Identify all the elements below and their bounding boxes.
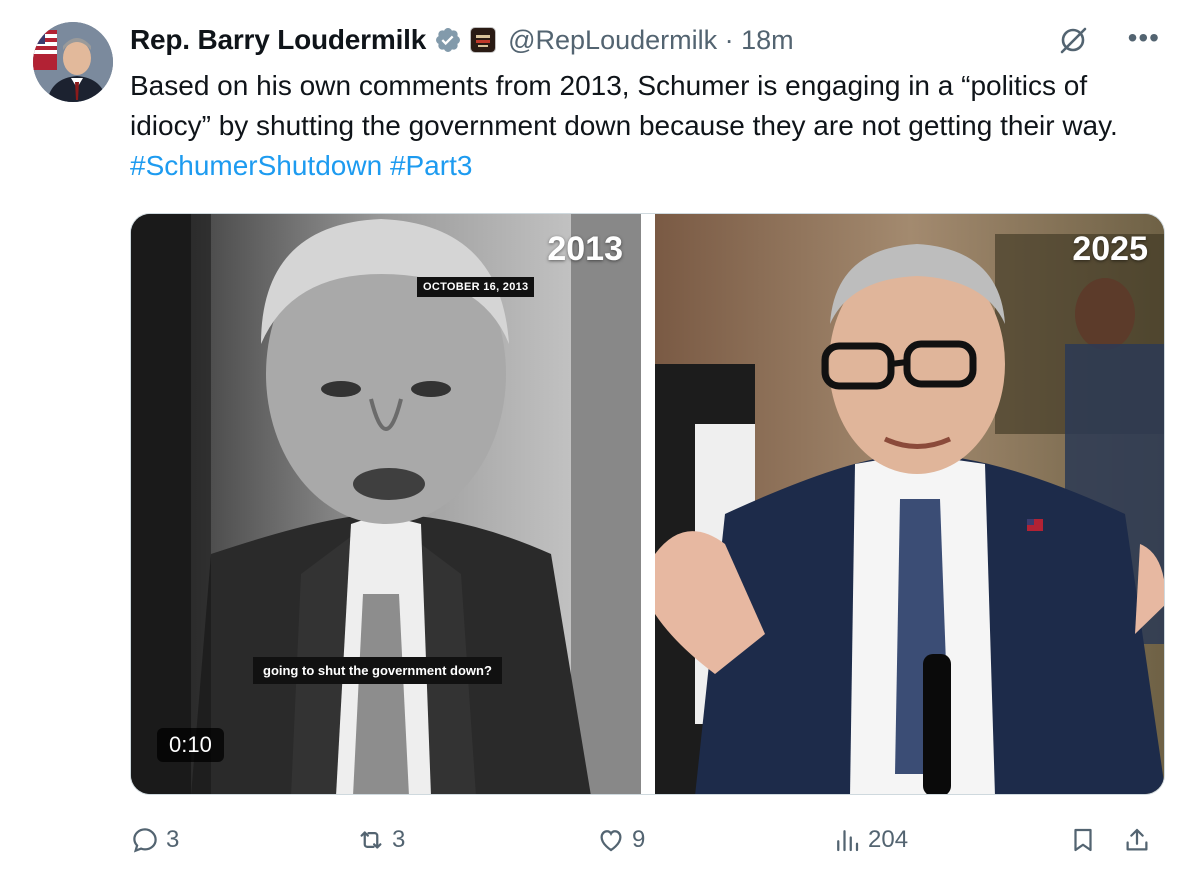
- author-name[interactable]: Rep. Barry Loudermilk: [130, 24, 426, 56]
- reply-button[interactable]: 3: [130, 818, 179, 862]
- tweet-actions: 3 3 9 204: [130, 818, 1165, 862]
- repost-button[interactable]: 3: [356, 818, 405, 862]
- tweet-header: Rep. Barry Loudermilk @RepLoudermilk · 1…: [130, 22, 1170, 58]
- year-label-2025: 2025: [1072, 230, 1148, 268]
- grok-icon[interactable]: [1058, 25, 1088, 55]
- dateline-overlay: OCTOBER 16, 2013: [417, 277, 535, 297]
- author-handle-and-time[interactable]: @RepLoudermilk · 18m: [508, 25, 794, 56]
- video-duration: 0:10: [157, 728, 224, 762]
- video-still-2013-image: [131, 214, 641, 794]
- more-icon[interactable]: •••: [1128, 22, 1160, 54]
- bookmark-icon: [1074, 828, 1092, 852]
- reply-icon: [133, 828, 157, 853]
- video-caption: going to shut the government down?: [253, 657, 502, 684]
- tweet-media[interactable]: 2013 OCTOBER 16, 2013 going to shut the …: [130, 213, 1165, 795]
- video-still-2013[interactable]: 2013 OCTOBER 16, 2013 going to shut the …: [131, 214, 641, 794]
- hashtag-part3[interactable]: #Part3: [390, 150, 473, 181]
- bookmark-button[interactable]: [1068, 818, 1098, 862]
- views-button[interactable]: 204: [832, 818, 908, 862]
- views-count: 204: [868, 826, 909, 853]
- hashtag-schumershutdown[interactable]: #SchumerShutdown: [130, 150, 382, 181]
- video-still-2025[interactable]: 2025: [655, 214, 1164, 794]
- share-button[interactable]: [1122, 818, 1152, 862]
- repost-icon: [360, 831, 382, 849]
- author-avatar[interactable]: [33, 22, 113, 102]
- share-icon: [1126, 828, 1148, 851]
- video-still-2025-image: [655, 214, 1164, 794]
- like-count: 9: [632, 826, 646, 853]
- tweet-text: Based on his own comments from 2013, Sch…: [130, 66, 1170, 186]
- repost-count: 3: [392, 826, 406, 853]
- like-icon: [600, 830, 622, 852]
- views-icon: [837, 830, 859, 852]
- reply-count: 3: [166, 826, 180, 853]
- tweet-body: Based on his own comments from 2013, Sch…: [130, 70, 1118, 141]
- verified-badge-icon: [436, 28, 461, 52]
- year-label-2013: 2013: [547, 230, 623, 268]
- affiliate-badge-icon[interactable]: [470, 27, 497, 53]
- like-button[interactable]: 9: [596, 818, 645, 862]
